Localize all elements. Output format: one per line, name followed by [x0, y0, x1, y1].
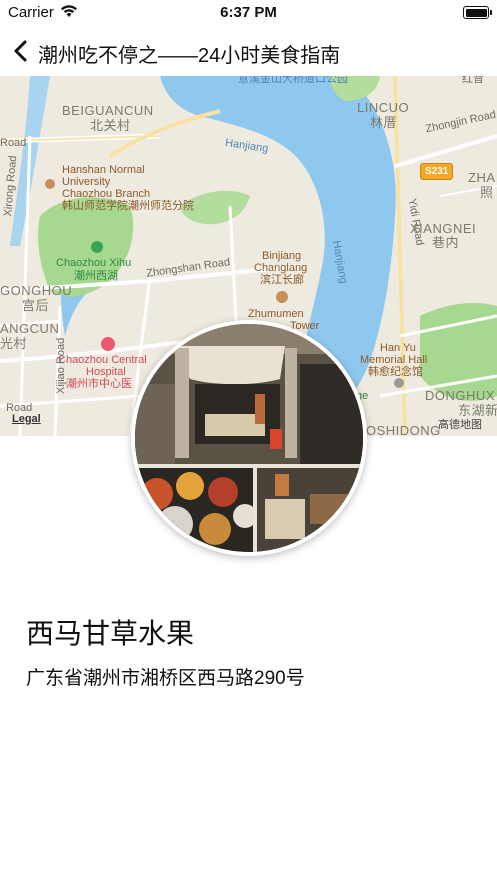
map-legal-link[interactable]: Legal: [12, 413, 41, 425]
status-time: 6:37 PM: [220, 4, 277, 21]
map-label-hanshan-2: University: [62, 176, 111, 188]
map-label-binjiang-zh: 滨江长廊: [260, 274, 304, 286]
map-label-lincuo-zh: 林厝: [370, 115, 398, 130]
map-label-lincuo-en: LINCUO: [357, 100, 410, 115]
map-label-zha: ZHA: [468, 170, 496, 185]
storefront-image: [135, 324, 363, 552]
place-photo: [135, 324, 363, 552]
map-label-binjiang-1: Binjiang: [262, 250, 302, 262]
map-label-hanyu-1: Han Yu: [380, 342, 416, 354]
battery-icon: [463, 6, 492, 19]
navigation-bar: 潮州吃不停之——24小时美食指南: [0, 26, 497, 76]
map-label-bridge-park: 意溪金山大桥道口公园: [238, 76, 348, 85]
map-label-hanyu-2: Memorial Hall: [360, 354, 428, 366]
map-label-xihu-zh: 潮州西湖: [74, 270, 118, 282]
map-label-hanshan-zh: 韩山师范学院潮州师范分院: [62, 200, 194, 212]
road-badge-s231: S231: [420, 163, 454, 180]
map-label-gonghou-en: GONGHOU: [0, 283, 73, 298]
map-label-zhumumen: Zhumumen: [248, 308, 304, 320]
map-label-road-left: Road: [0, 137, 27, 149]
map-label-gonghou-zh: 宫后: [22, 298, 50, 313]
map-label-angcun-en: ANGCUN: [0, 321, 60, 336]
place-address: 广东省潮州市湘桥区西马路290号: [26, 668, 305, 689]
map-label-oshidong: OSHIDONG: [366, 423, 441, 436]
map-label-donghu-en: DONGHUX: [425, 388, 495, 403]
map-label-binjiang-2: Changlang: [254, 262, 308, 274]
map-label-zhao: 照: [480, 185, 494, 200]
map-label-beiguancun-zh: 北关村: [90, 118, 131, 133]
chevron-left-icon: [14, 40, 27, 62]
map-label-angcun-zh: 光村: [0, 336, 28, 351]
back-button[interactable]: [10, 36, 36, 66]
map-attribution-logo: 高德地图: [438, 419, 482, 431]
map-label-xihu-en: Chaozhou Xihu: [56, 257, 132, 269]
page-title: 潮州吃不停之——24小时美食指南: [38, 45, 341, 67]
place-name: 西马甘草水果: [26, 618, 195, 649]
map-label-hospital-2: Hospital: [86, 366, 126, 378]
map-label-top-right: 红音: [462, 76, 484, 85]
map-label-xijiao-road: Xijiao Road: [55, 337, 67, 394]
map-label-donghu-zh: 东湖新: [458, 403, 497, 418]
map-label-hanshan-1: Hanshan Normal: [62, 164, 145, 176]
map-label-hanshan-3: Chaozhou Branch: [62, 188, 151, 200]
map-label-hanyu-zh: 韩愈纪念馆: [368, 366, 423, 378]
place-photo-frame: [131, 320, 367, 556]
map-label-hospital-1: Chaozhou Central: [58, 354, 147, 366]
map-label-beiguancun-en: BEIGUANCUN: [62, 103, 154, 118]
map-label-xiangnei-zh: 巷内: [432, 235, 460, 250]
status-bar: Carrier 6:37 PM: [0, 0, 497, 26]
map-label-hospital-zh: 潮州市中心医: [66, 378, 132, 390]
